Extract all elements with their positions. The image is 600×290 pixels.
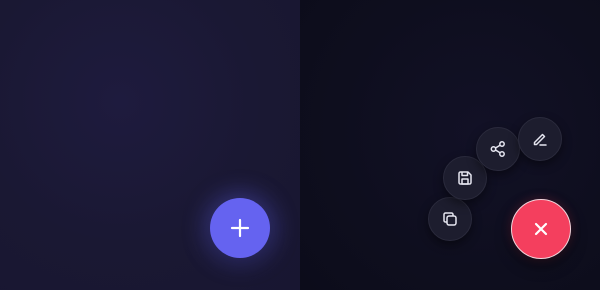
share-action-button[interactable]	[476, 127, 520, 171]
edit-action-button[interactable]	[518, 117, 562, 161]
plus-icon	[229, 217, 251, 239]
copy-action-button[interactable]	[428, 197, 472, 241]
fab-close-button[interactable]	[511, 199, 571, 259]
open-state-panel	[300, 0, 600, 290]
close-icon	[532, 220, 550, 238]
fab-open-button[interactable]	[210, 198, 270, 258]
copy-icon	[441, 210, 459, 228]
fab-demo-stage	[0, 0, 600, 290]
share-icon	[489, 140, 507, 158]
save-icon	[456, 169, 474, 187]
closed-state-panel	[0, 0, 300, 290]
edit-icon	[531, 130, 549, 148]
